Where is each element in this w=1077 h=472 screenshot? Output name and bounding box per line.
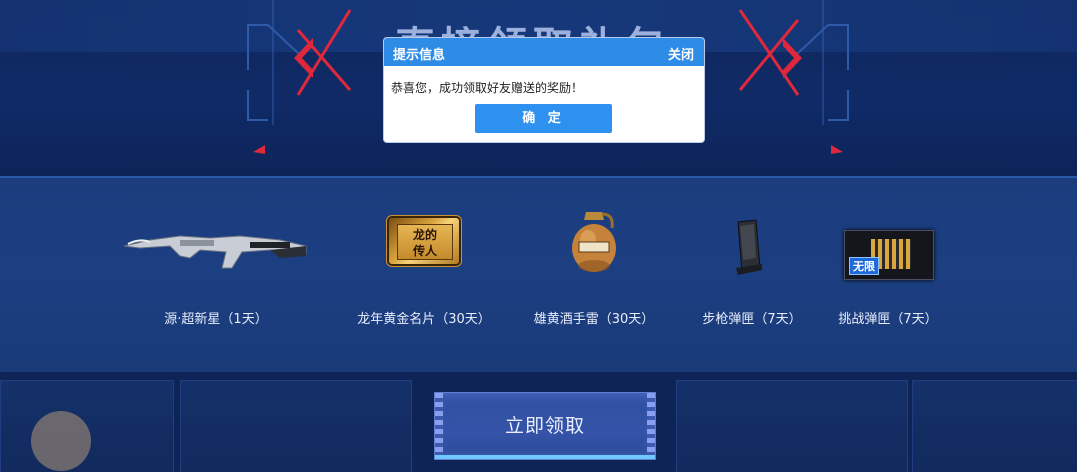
rewards-panel: 源·超新星（1天） 龙的 传人 龙年黄金名片（30天） 雄黄酒手雷（30天） 步…	[0, 176, 1077, 374]
reward-label: 挑战弹匣（7天）	[838, 312, 938, 327]
reward-item-gold-card: 龙的 传人 龙年黄金名片（30天）	[334, 204, 514, 327]
dialog-close-button[interactable]: 关闭	[668, 44, 694, 63]
background-card	[676, 380, 908, 472]
claim-now-label: 立即领取	[504, 415, 585, 437]
gold-card-icon: 龙的 传人	[389, 218, 459, 264]
reward-item-grenade: 雄黄酒手雷（30天）	[504, 204, 684, 327]
reward-item-challenge-magazine: 无限 挑战弹匣（7天）	[798, 204, 978, 327]
dialog-message: 恭喜您，成功领取好友赠送的奖励！	[391, 81, 584, 95]
reward-item-rifle: 源·超新星（1天）	[123, 204, 307, 327]
gold-card-text-2: 传人	[412, 244, 437, 258]
rifle-icon	[123, 204, 307, 284]
reward-label: 雄黄酒手雷（30天）	[533, 312, 655, 327]
left-hud-decoration	[238, 0, 368, 160]
dialog-confirm-button[interactable]: 确 定	[475, 104, 612, 133]
dialog-header: 提示信息 关闭	[384, 38, 704, 66]
reward-label: 源·超新星（1天）	[164, 312, 268, 327]
reward-label: 龙年黄金名片（30天）	[357, 312, 491, 327]
background-card	[0, 380, 174, 472]
button-base-line	[435, 455, 655, 459]
background-card	[912, 380, 1077, 472]
claim-now-button[interactable]: 立即领取	[434, 392, 656, 460]
challenge-magazine-icon: 无限	[798, 204, 978, 284]
dialog-title: 提示信息	[393, 48, 446, 63]
gold-card-text-1: 龙的	[412, 228, 437, 242]
background-card	[180, 380, 412, 472]
challenge-badge: 无限	[849, 257, 879, 275]
right-hud-decoration	[728, 0, 858, 160]
grenade-icon	[504, 204, 684, 284]
notice-dialog: 提示信息 关闭 恭喜您，成功领取好友赠送的奖励！ 确 定	[384, 38, 704, 142]
